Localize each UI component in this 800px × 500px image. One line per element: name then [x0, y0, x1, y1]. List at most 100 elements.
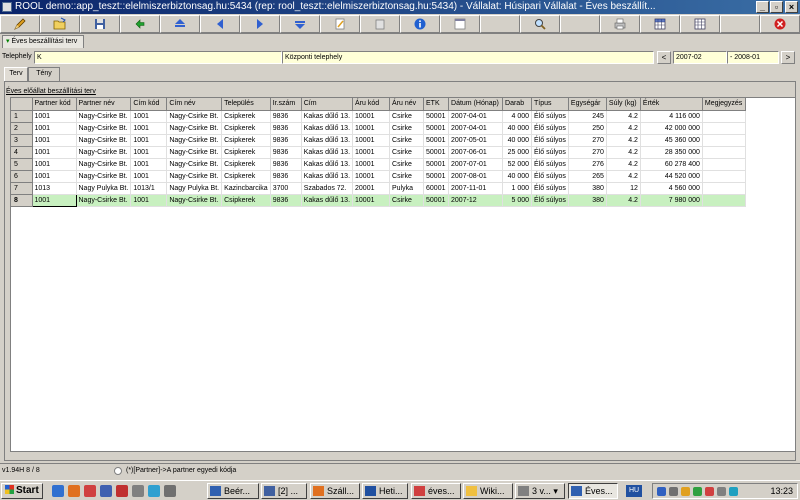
date-to-field[interactable]: - 2008-01 [727, 51, 779, 64]
table-cell[interactable]: 4.2 [606, 110, 641, 123]
table-cell[interactable]: 50001 [423, 194, 450, 207]
table-cell[interactable]: 1001 [32, 146, 77, 159]
next-record-button[interactable] [240, 15, 280, 33]
column-header[interactable]: Partner kód [32, 98, 77, 111]
pencil-button[interactable] [0, 15, 40, 33]
table-cell[interactable]: Kakas dűlő 13. [301, 194, 354, 207]
table-cell[interactable]: 1001 [32, 110, 77, 123]
tray-volume-icon[interactable] [669, 487, 678, 496]
column-header[interactable]: Település [221, 98, 271, 111]
minimize-button[interactable]: _ [756, 1, 769, 13]
task-beer[interactable]: Beér... [207, 483, 259, 499]
table-row[interactable]: 7 1013 Nagy Pulyka Bt. 1013/1 Nagy Pulyka Bt… [11, 182, 746, 195]
tab-teny[interactable]: Tény [28, 67, 60, 81]
table-cell[interactable]: Csirke [389, 110, 425, 123]
table-cell[interactable]: Nagy-Csirke Bt. [166, 158, 223, 171]
table-cell[interactable]: 1001 [130, 122, 168, 135]
table-cell[interactable]: Kakas dűlő 13. [301, 146, 354, 159]
table-cell[interactable]: 9836 [270, 110, 302, 123]
table-cell[interactable]: Élő súlyos [531, 122, 569, 135]
row-number[interactable]: 8 [11, 194, 33, 207]
column-header[interactable]: Típus [531, 98, 569, 111]
table-cell[interactable]: 50001 [423, 110, 450, 123]
table-cell[interactable]: 380 [568, 182, 607, 195]
status-radio[interactable] [114, 467, 122, 475]
table-cell[interactable]: 1001 [130, 170, 168, 183]
table-cell[interactable]: 380 [568, 194, 607, 207]
table-cell[interactable]: Kakas dűlő 13. [301, 170, 354, 183]
table-cell[interactable] [702, 194, 746, 207]
table-cell[interactable]: 1 000 [502, 182, 533, 195]
table-cell[interactable]: 5 000 [502, 194, 533, 207]
table-cell[interactable]: 1001 [32, 158, 77, 171]
tray-antivirus-icon[interactable] [705, 487, 714, 496]
table-cell[interactable]: Nagy-Csirke Bt. [166, 110, 223, 123]
table-cell[interactable]: Csirke [389, 146, 425, 159]
table-cell[interactable]: 4 000 [502, 110, 533, 123]
table-cell[interactable]: 2007-04-01 [448, 110, 504, 123]
table-cell[interactable]: 9836 [270, 158, 302, 171]
table-cell[interactable]: Csirke [389, 158, 425, 171]
table-cell[interactable]: 9836 [270, 194, 302, 207]
last-record-button[interactable] [280, 15, 320, 33]
table-cell[interactable]: Nagy-Csirke Bt. [76, 146, 132, 159]
table-cell[interactable]: 9836 [270, 170, 302, 183]
table-cell[interactable]: 50001 [423, 158, 450, 171]
table-cell[interactable]: Nagy Pulyka Bt. [166, 182, 223, 195]
table-cell[interactable]: 50001 [423, 170, 450, 183]
table-cell[interactable]: Nagy-Csirke Bt. [166, 194, 223, 207]
table-cell[interactable]: 276 [568, 158, 607, 171]
table-cell[interactable]: 9836 [270, 146, 302, 159]
table-cell[interactable]: Nagy-Csirke Bt. [166, 134, 223, 147]
table-cell[interactable]: 10001 [352, 194, 391, 207]
table-cell[interactable]: 1001 [130, 158, 168, 171]
column-header[interactable]: Áru név [389, 98, 425, 111]
table-cell[interactable]: 245 [568, 110, 607, 123]
print-button[interactable] [600, 15, 640, 33]
table-cell[interactable]: Nagy-Csirke Bt. [166, 170, 223, 183]
table-cell[interactable]: 42 000 000 [640, 122, 703, 135]
telephely-code-field[interactable]: K [34, 51, 282, 64]
previous-period-button[interactable]: < [657, 51, 671, 64]
table-cell[interactable]: 9836 [270, 134, 302, 147]
table-cell[interactable]: 2007-07-01 [448, 158, 504, 171]
table-cell[interactable]: 60001 [423, 182, 450, 195]
row-number[interactable]: 6 [11, 170, 33, 183]
table-cell[interactable]: 265 [568, 170, 607, 183]
table-row[interactable]: 8 1001 Nagy-Csirke Bt. 1001 Nagy-Csirke Bt. C… [11, 193, 746, 207]
table-cell[interactable]: 4.2 [606, 122, 641, 135]
column-header[interactable]: Súly (kg) [606, 98, 641, 111]
table-cell[interactable]: 4.2 [606, 146, 641, 159]
table-cell[interactable]: 45 360 000 [640, 134, 703, 147]
quicklaunch-network-icon[interactable] [148, 485, 160, 497]
table-row[interactable]: 1 1001 Nagy-Csirke Bt. 1001 Nagy-Csirke Bt. C… [11, 110, 746, 123]
table-cell[interactable]: Csipkerek [221, 170, 271, 183]
table-cell[interactable]: Nagy-Csirke Bt. [76, 194, 132, 207]
tray-connection-icon[interactable] [729, 487, 738, 496]
table-cell[interactable]: Csirke [389, 194, 425, 207]
table-cell[interactable]: Kakas dűlő 13. [301, 122, 354, 135]
table-cell[interactable]: Szabados 72. [301, 182, 354, 195]
column-header[interactable]: ETK [423, 98, 450, 111]
column-header[interactable]: Ir.szám [270, 98, 302, 111]
row-number[interactable]: 4 [11, 146, 33, 159]
table-cell[interactable]: 1013/1 [130, 182, 168, 195]
table-cell[interactable]: 1001 [32, 122, 77, 135]
table-cell[interactable]: 10001 [352, 170, 391, 183]
table-cell[interactable]: Csirke [389, 122, 425, 135]
date-from-field[interactable]: 2007-02 [673, 51, 727, 64]
row-number[interactable]: 5 [11, 158, 33, 171]
grid-settings-button[interactable] [680, 15, 720, 33]
table-cell[interactable]: 1001 [32, 170, 77, 183]
telephely-name-field[interactable]: Központi telephely [282, 51, 654, 64]
table-cell[interactable]: 4.2 [606, 158, 641, 171]
table-cell[interactable]: 28 350 000 [640, 146, 703, 159]
search-button[interactable] [520, 15, 560, 33]
quicklaunch-media-icon[interactable] [116, 485, 128, 497]
table-cell[interactable]: 2007-06-01 [448, 146, 504, 159]
table-cell[interactable]: 52 000 [502, 158, 533, 171]
table-cell[interactable]: Kazincbarcika [221, 182, 271, 195]
table-row[interactable]: 2 1001 Nagy-Csirke Bt. 1001 Nagy-Csirke Bt. C… [11, 122, 746, 135]
table-cell[interactable]: Nagy-Csirke Bt. [76, 122, 132, 135]
table-cell[interactable]: 9836 [270, 122, 302, 135]
